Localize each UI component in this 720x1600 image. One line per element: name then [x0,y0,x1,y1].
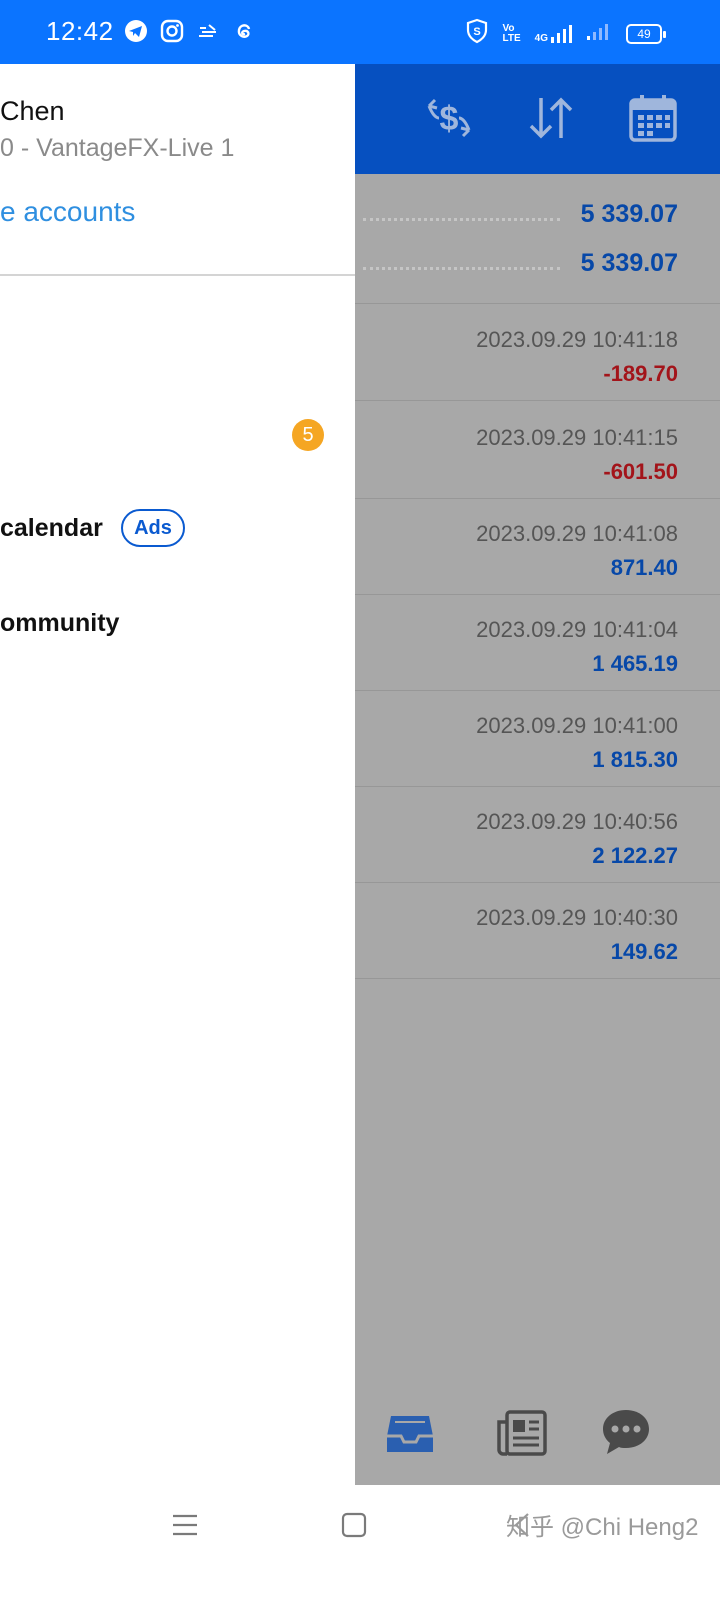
status-bar: 12:42 S Vo LTE 4G 49 [0,0,720,64]
balance-row: 5 339.07 [355,194,720,234]
signal-4g-icon: 4G [535,24,572,44]
home-icon[interactable] [340,1511,368,1539]
deal-time: 2023.09.29 10:40:30 [476,905,678,930]
volte-indicator: Vo LTE [502,23,521,44]
network-type: 4G [534,32,548,44]
deal-row[interactable]: 2023.09.29 10:41:18 -189.70 [355,305,720,401]
manage-accounts-link[interactable]: e accounts [0,196,135,228]
deal-time: 2023.09.29 10:41:18 [476,327,678,352]
balance-summary: 5 339.07 5 339.07 [355,174,720,304]
drawer-divider [0,274,355,276]
calendar-icon[interactable] [627,92,679,144]
deal-row[interactable]: 2023.09.29 10:41:04 1 465.19 [355,595,720,691]
deal-amount: -601.50 [603,459,678,484]
account-server: 0 - VantageFX-Live 1 [0,134,235,162]
svg-text:$: $ [440,100,459,138]
deal-amount: 871.40 [610,555,678,580]
navigation-drawer: Chen 0 - VantageFX-Live 1 e accounts 5 c… [0,64,355,1485]
app-toolbar: $ [355,64,720,174]
inbox-icon[interactable] [383,1406,437,1460]
deal-amount: 149.62 [610,939,678,964]
telegram-icon [124,19,148,43]
drawer-item-economic-calendar[interactable]: calendar [0,514,103,543]
deal-row[interactable]: 2023.09.29 10:40:56 2 122.27 [355,787,720,883]
app-content: $ 5 339.07 5 339.07 2023.09.29 10:41:18 … [355,64,720,1485]
news-icon[interactable] [495,1406,549,1460]
svg-text:S: S [473,26,480,38]
deal-amount: -189.70 [603,361,678,386]
shield-icon: S [465,18,489,49]
deal-time: 2023.09.29 10:41:00 [476,713,678,738]
battery-icon: 49 [626,23,666,44]
express-icon [196,19,220,43]
deal-time: 2023.09.29 10:41:08 [476,521,678,546]
menu-icon[interactable] [171,1511,199,1539]
instagram-icon [160,19,184,43]
dotted-leader [363,267,560,270]
dotted-leader [363,218,560,221]
ads-badge: Ads [121,509,185,547]
status-app-icons [124,19,256,43]
balance-row: 5 339.07 [355,243,720,283]
sort-icon[interactable] [525,92,577,144]
drawer-item-community[interactable]: ommunity [0,609,119,638]
currency-exchange-icon[interactable]: $ [423,92,475,144]
bottom-tab-bar [355,1394,720,1474]
status-right: S Vo LTE 4G 49 [465,18,666,49]
balance-value: 5 339.07 [580,249,678,277]
deal-row[interactable]: 2023.09.29 10:41:15 -601.50 [355,403,720,499]
chat-icon[interactable] [599,1406,653,1460]
deal-time: 2023.09.29 10:41:04 [476,617,678,642]
signal-weak-icon [586,21,612,46]
deal-row[interactable]: 2023.09.29 10:40:30 149.62 [355,883,720,979]
volte-bottom: LTE [502,32,521,44]
deal-time: 2023.09.29 10:40:56 [476,809,678,834]
deal-row[interactable]: 2023.09.29 10:41:00 1 815.30 [355,691,720,787]
account-name: Chen [0,96,65,126]
deal-amount: 2 122.27 [592,843,678,868]
mailbox-badge: 5 [292,419,324,451]
deal-amount: 1 465.19 [592,651,678,676]
threads-icon [232,19,256,43]
system-nav-bar: 知乎 @Chi Heng2 [0,1485,720,1600]
status-time: 12:42 [46,16,114,46]
balance-value: 5 339.07 [580,200,678,228]
deal-row[interactable]: 2023.09.29 10:41:08 871.40 [355,499,720,595]
deal-amount: 1 815.30 [592,747,678,772]
deal-time: 2023.09.29 10:41:15 [476,425,678,450]
watermark: 知乎 @Chi Heng2 [506,1514,699,1541]
